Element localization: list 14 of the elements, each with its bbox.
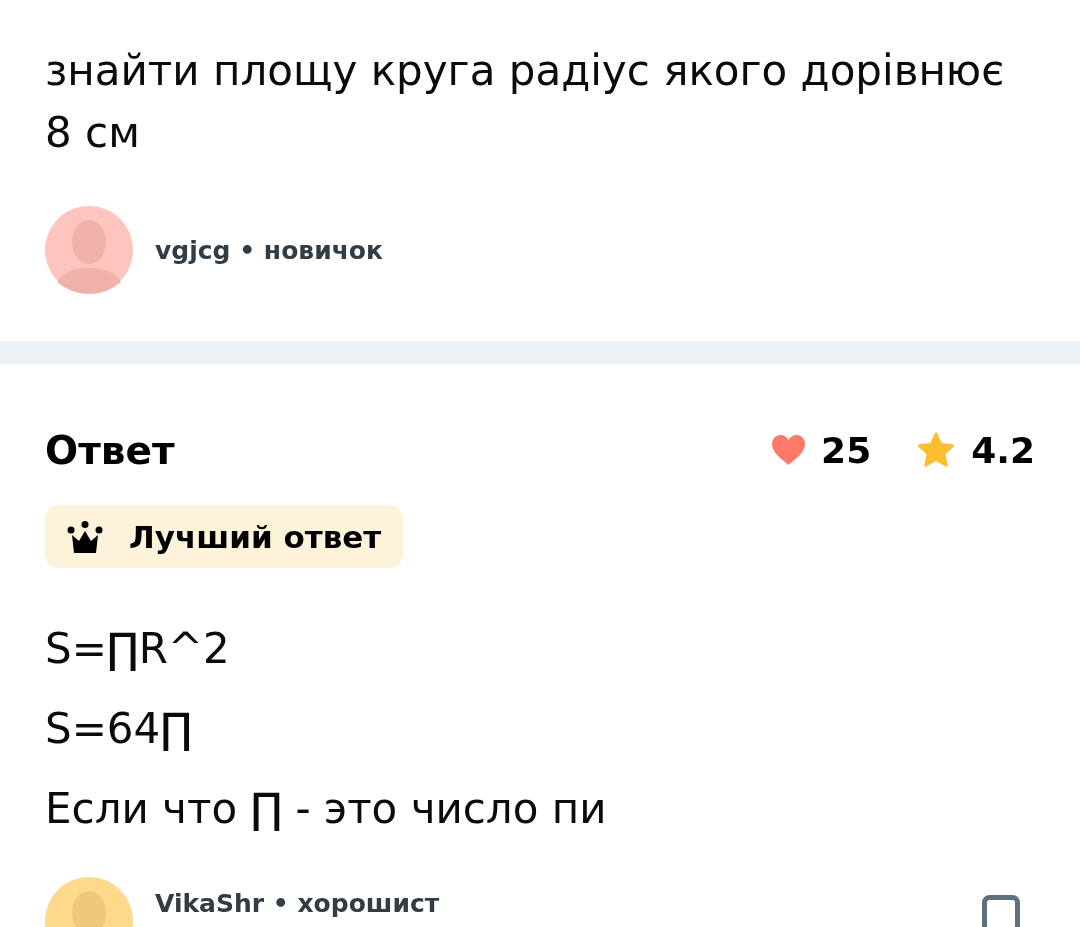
- question-text: знайти площу круга радіус якого дорівнює 8 см: [45, 45, 1006, 159]
- likes-count: 25: [821, 429, 872, 471]
- heart-icon: [772, 435, 806, 465]
- answer-text-line: S=∏R^2: [45, 623, 231, 675]
- avatar-icon: [45, 206, 133, 294]
- badge-label: Лучший ответ: [129, 518, 382, 555]
- answer-heading: Ответ: [45, 427, 175, 473]
- crown-icon: [67, 520, 103, 553]
- author-name[interactable]: VikaShr • хорошист: [155, 889, 440, 918]
- star-icon: [917, 432, 956, 468]
- author-name[interactable]: vgjcg • новичок: [155, 235, 383, 265]
- rating-value: 4.2: [971, 429, 1035, 471]
- answer-text-line: Если что ∏ - это число пи: [45, 783, 608, 835]
- answer-text-line: S=64∏: [45, 703, 194, 755]
